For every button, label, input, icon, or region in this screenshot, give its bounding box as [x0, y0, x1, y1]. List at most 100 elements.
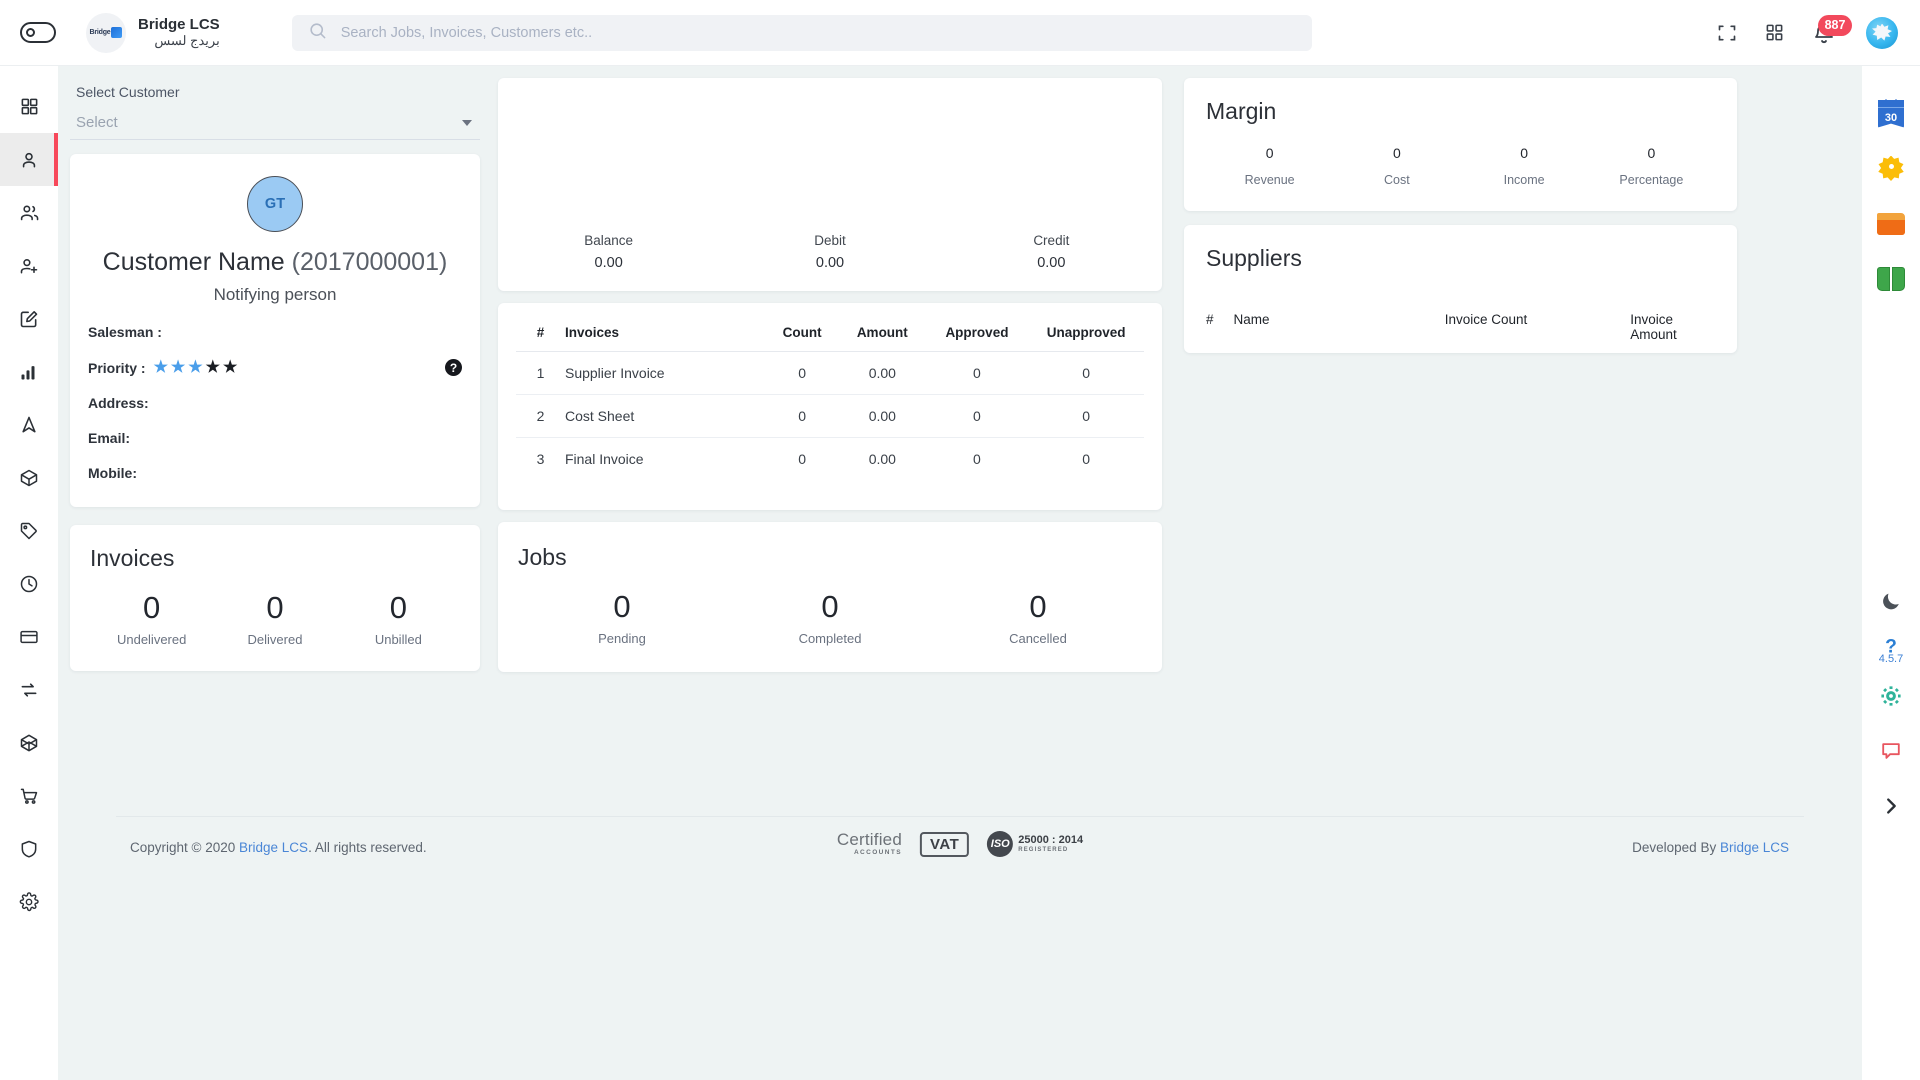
customer-select-dropdown[interactable]: Select [70, 106, 480, 140]
col-count-header: Count [765, 325, 839, 352]
margin-card-title: Margin [1206, 98, 1277, 124]
shopping-cart-icon [19, 786, 39, 806]
developed-prefix: Developed By [1632, 840, 1720, 855]
star-3-icon: ★ [188, 358, 203, 376]
row-approved: 0 [973, 451, 981, 467]
brand-name-ar: بريدج لسس [154, 32, 220, 48]
calendar-widget-button[interactable]: 30 [1862, 86, 1920, 141]
sidebar-item-purchase[interactable] [0, 769, 58, 822]
certification-badges: Certified ACCOUNTS VAT ISO 25000 : 2014 … [837, 831, 1083, 857]
manual-button[interactable] [1862, 251, 1920, 306]
stat-delivered-label: Delivered [247, 632, 303, 647]
row-count: 0 [765, 394, 839, 438]
sidebar-item-add-customer[interactable] [0, 239, 58, 292]
sidebar-item-tariff[interactable] [0, 504, 58, 557]
jobs-summary-card: Jobs 0 Pending 0 Completed 0 Cancelled [498, 522, 1162, 672]
sidebar-item-settings[interactable] [0, 875, 58, 928]
expand-panel-button[interactable] [1862, 781, 1920, 836]
table-row[interactable]: 1 Supplier Invoice 0 0.00 0 0 [516, 351, 1144, 395]
user-avatar[interactable] [1866, 16, 1898, 49]
stat-income: 0 Income [1461, 145, 1588, 187]
sidebar-item-customers[interactable] [0, 133, 58, 186]
settings-gear-teal-icon [1879, 684, 1903, 713]
priority-help-icon[interactable]: ? [445, 359, 462, 376]
apps-grid-icon[interactable] [1765, 23, 1784, 42]
favorites-button[interactable] [1862, 141, 1920, 196]
sidebar-item-payments[interactable] [0, 610, 58, 663]
chat-support-button[interactable] [1862, 726, 1920, 781]
suppliers-card-title: Suppliers [1206, 245, 1302, 271]
field-mobile-value: : [132, 465, 138, 481]
sidebar-item-quotation[interactable] [0, 292, 58, 345]
sidebar-item-assets[interactable] [0, 716, 58, 769]
debit-metric: Debit 0.00 [719, 233, 940, 271]
developed-by-text: Developed By Bridge LCS [1632, 840, 1789, 855]
sidebar-item-security[interactable] [0, 822, 58, 875]
sidebar-item-groups[interactable] [0, 186, 58, 239]
cube-3d-icon [19, 733, 39, 753]
row-name: Final Invoice [564, 451, 644, 467]
copyright-brand-link[interactable]: Bridge LCS [239, 840, 308, 855]
calendar-day-number: 30 [1884, 111, 1898, 124]
certified-accounts-badge: Certified ACCOUNTS [837, 831, 902, 857]
debit-value: 0.00 [815, 255, 845, 271]
suppliers-table-header: # Name Invoice Count Invoice Amount [1206, 312, 1715, 342]
iso-standard-text: 25000 : 2014 [1018, 834, 1084, 847]
row-amount: 0.00 [838, 351, 926, 395]
customer-select-value: Select [76, 114, 118, 131]
sidebar-item-reports[interactable] [0, 345, 58, 398]
sidebar-item-tracking[interactable] [0, 398, 58, 451]
stat-percentage-value: 0 [1647, 145, 1656, 161]
brand-logo-icon: Bridge [86, 12, 126, 53]
row-name: Cost Sheet [564, 394, 766, 438]
notification-bell-icon[interactable]: 887 [1812, 14, 1852, 48]
quick-settings-button[interactable] [1862, 671, 1920, 726]
brand: Bridge Bridge LCS بريدج لسس [86, 12, 220, 53]
dark-mode-moon-icon [1880, 590, 1902, 617]
fullscreen-icon[interactable] [1717, 23, 1737, 43]
copyright-suffix: . All rights reserved. [308, 840, 427, 855]
sidebar-item-history[interactable] [0, 557, 58, 610]
open-book-icon [1877, 266, 1905, 291]
field-email: Email : [88, 430, 462, 446]
row-amount: 0.00 [868, 451, 896, 467]
sidebar-item-transactions[interactable] [0, 663, 58, 716]
global-search[interactable] [291, 14, 1312, 51]
shield-security-icon [19, 839, 39, 859]
row-unapproved: 0 [1028, 351, 1144, 395]
margin-suppliers-column: Margin 0 Revenue 0 Cost 0 Income 0 Perce… [1184, 78, 1737, 353]
stat-income-value: 0 [1520, 145, 1529, 161]
stat-delivered-value: 0 [266, 590, 284, 625]
row-name: Supplier Invoice [564, 351, 766, 395]
dark-mode-button[interactable] [1862, 576, 1920, 631]
table-row[interactable]: 3 Final Invoice 0 0.00 0 0 [516, 438, 1144, 481]
balance-value: 0.00 [594, 255, 623, 271]
right-utility-sidebar: 30 ? 4.5.7 [1862, 66, 1920, 1080]
credit-metric: Credit 0.00 [941, 233, 1162, 271]
stat-undelivered-label: Undelivered [116, 632, 187, 647]
sidebar-item-dashboard[interactable] [0, 80, 58, 133]
stat-pending-label: Pending [598, 631, 646, 646]
sidebar-toggle[interactable] [20, 22, 56, 43]
field-priority-label: Priority : [88, 359, 146, 376]
files-button[interactable] [1862, 196, 1920, 251]
table-row[interactable]: 2 Cost Sheet 0 0.00 0 0 [516, 394, 1144, 438]
stat-cancelled: 0 Cancelled [934, 589, 1142, 646]
iso-seal-icon: ISO [987, 831, 1014, 857]
invoices-summary-card: Invoices 0 Undelivered 0 Delivered 0 Unb… [70, 525, 480, 671]
field-mobile: Mobile : [88, 465, 462, 481]
iso-registered-text: REGISTERED [1018, 846, 1069, 853]
field-email-label: Email [88, 430, 126, 446]
stat-unbilled-label: Unbilled [374, 632, 422, 647]
stat-income-label: Income [1503, 173, 1545, 187]
col-invoice-amount-header: Invoice Amount [1630, 312, 1677, 342]
sidebar-item-shipments[interactable] [0, 451, 58, 504]
table-header-row: # Invoices Count Amount Approved Unappro… [516, 325, 1144, 352]
search-input[interactable] [340, 24, 1296, 41]
developed-brand-link[interactable]: Bridge LCS [1720, 840, 1789, 855]
debit-label: Debit [814, 233, 846, 248]
invoice-breakdown-card: # Invoices Count Amount Approved Unappro… [498, 303, 1162, 510]
margin-card: Margin 0 Revenue 0 Cost 0 Income 0 Perce… [1184, 78, 1737, 211]
priority-star-rating[interactable]: ★ ★ ★ ★ ★ [154, 358, 238, 376]
customer-column: Select Customer Select GT Customer Name … [70, 78, 480, 671]
